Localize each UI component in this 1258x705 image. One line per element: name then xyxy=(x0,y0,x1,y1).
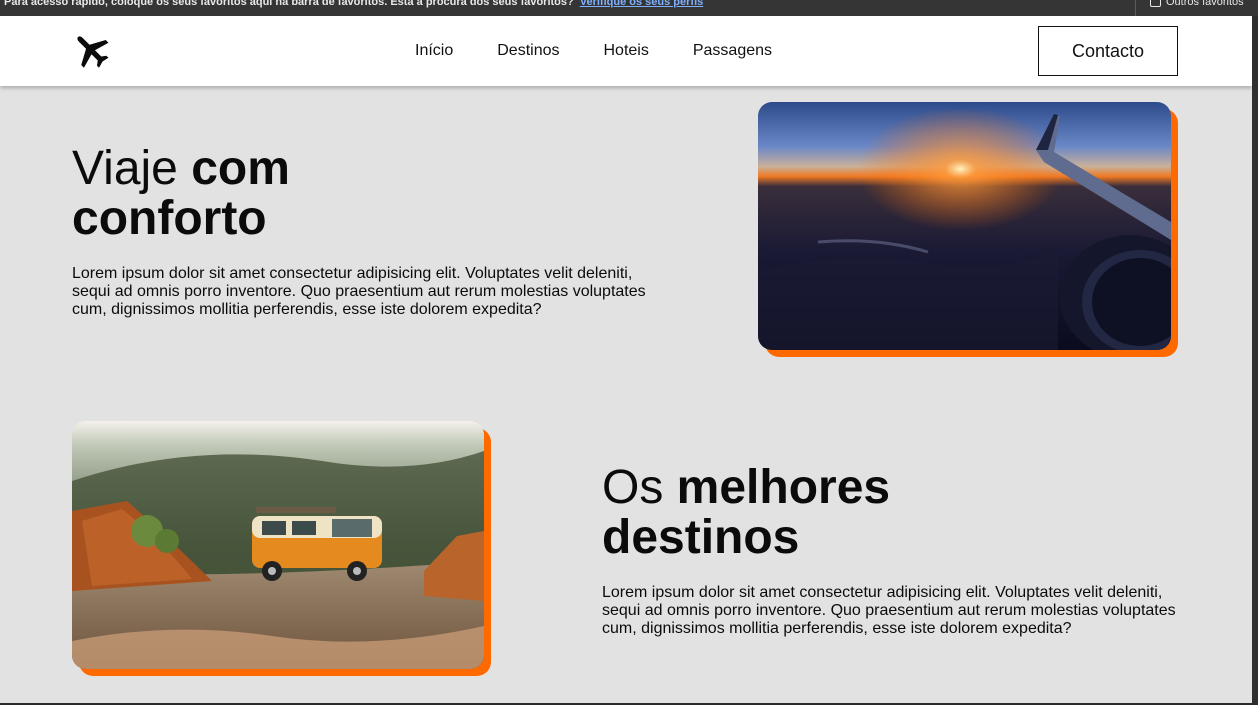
section1-image xyxy=(758,102,1178,357)
nav-item-passagens[interactable]: Passagens xyxy=(693,42,772,60)
window-scrollbar[interactable] xyxy=(1252,16,1258,705)
main-menu: Início Destinos Hoteis Passagens xyxy=(393,16,794,86)
orange-van-in-mountains-photo xyxy=(72,421,484,669)
airplane-icon[interactable] xyxy=(70,29,112,71)
bookmarks-message: Para acesso rápido, coloque os seus favo… xyxy=(4,0,703,10)
nav-item-inicio[interactable]: Início xyxy=(415,42,453,60)
other-bookmarks-button[interactable]: Outros favoritos xyxy=(1150,0,1244,10)
airplane-logo-graphic xyxy=(77,36,109,68)
bookmarks-bar: Para acesso rápido, coloque os seus favo… xyxy=(0,0,1258,16)
section2-text: Lorem ipsum dolor sit amet consectetur a… xyxy=(602,584,1176,637)
section2-image xyxy=(72,421,491,676)
section2-title: Os melhores destinos xyxy=(602,461,891,564)
nav-item-hoteis[interactable]: Hoteis xyxy=(604,42,649,60)
bookmarks-separator xyxy=(1135,0,1136,16)
nav-item-destinos[interactable]: Destinos xyxy=(497,42,559,60)
folder-icon xyxy=(1150,0,1161,7)
page-viewport: Início Destinos Hoteis Passagens Contact… xyxy=(0,16,1252,703)
site-header: Início Destinos Hoteis Passagens Contact… xyxy=(0,16,1252,86)
section1-text: Lorem ipsum dolor sit amet consectetur a… xyxy=(72,265,646,318)
bookmarks-profiles-link[interactable]: Verifique os seus perfis xyxy=(580,0,704,8)
contact-button[interactable]: Contacto xyxy=(1038,26,1178,76)
section1-title: Viaje com conforto xyxy=(72,142,290,245)
airplane-window-sunset-photo xyxy=(758,102,1171,350)
